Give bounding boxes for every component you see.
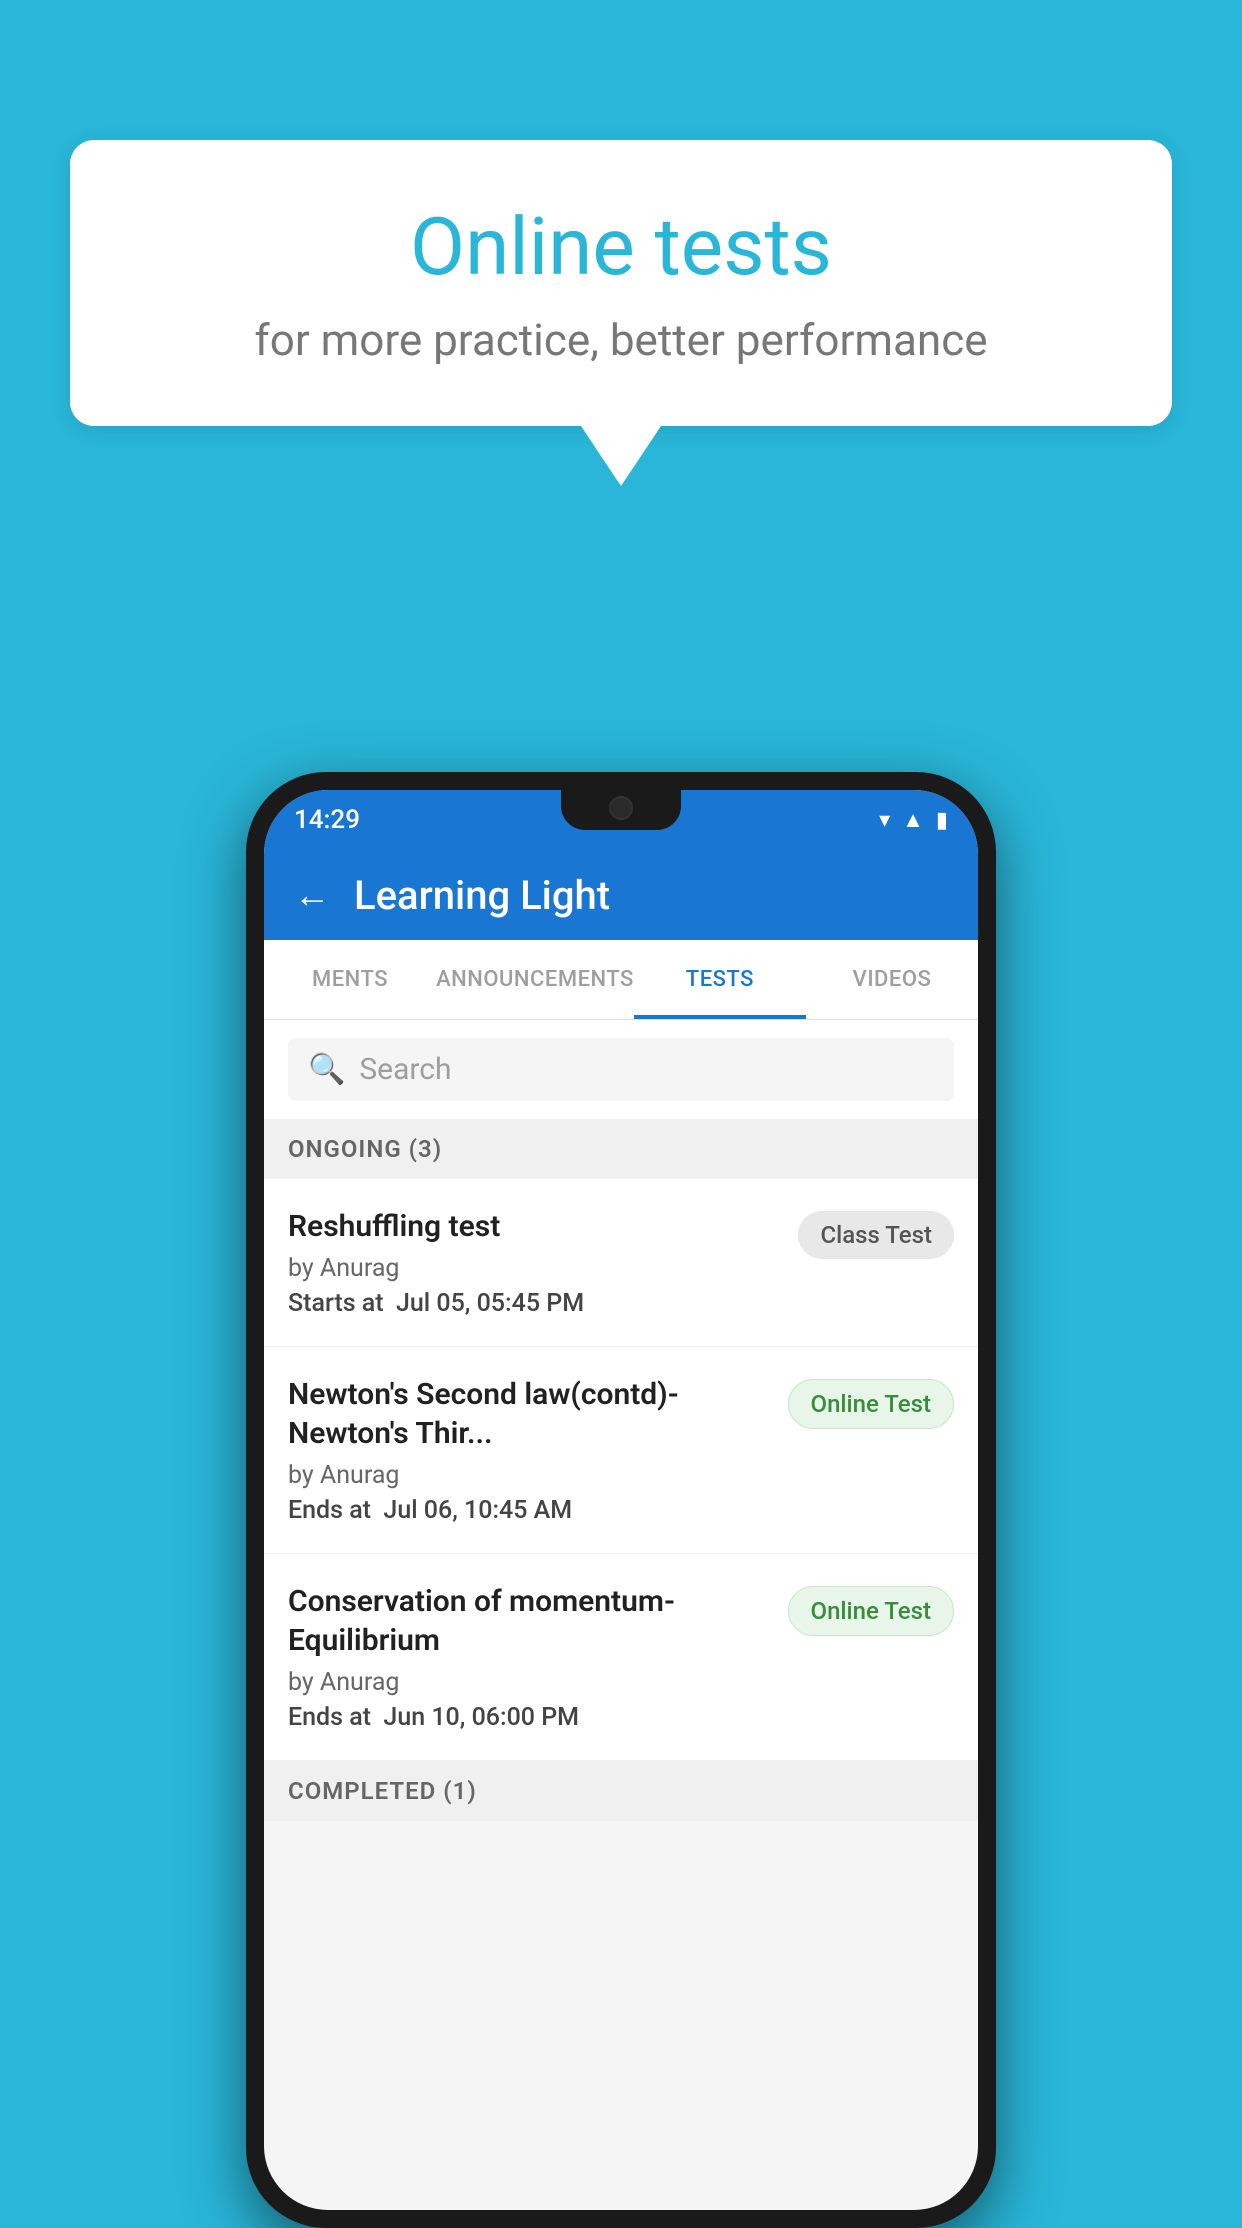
wifi-icon: ▾ [879, 808, 890, 833]
test-date-3: Ends at Jun 10, 06:00 PM [288, 1703, 768, 1732]
test-info-3: Conservation of momentum-Equilibrium by … [288, 1582, 768, 1732]
test-item-1[interactable]: Reshuffling test by Anurag Starts at Jul… [264, 1179, 978, 1347]
back-button[interactable]: ← [294, 874, 330, 916]
test-title-1: Reshuffling test [288, 1207, 778, 1246]
battery-icon: ▮ [936, 808, 948, 833]
search-input[interactable]: Search [359, 1052, 451, 1087]
test-list: Reshuffling test by Anurag Starts at Jul… [264, 1179, 978, 1761]
bubble-title: Online tests [150, 200, 1092, 294]
test-title-3: Conservation of momentum-Equilibrium [288, 1582, 768, 1660]
phone-frame: 14:29 ▾ ▲ ▮ ← Learning Light MENTS ANNOU… [246, 772, 996, 2228]
tabs-container: MENTS ANNOUNCEMENTS TESTS VIDEOS [264, 940, 978, 1020]
speech-bubble-container: Online tests for more practice, better p… [70, 140, 1172, 486]
phone-container: 14:29 ▾ ▲ ▮ ← Learning Light MENTS ANNOU… [246, 772, 996, 2228]
test-author-2: by Anurag [288, 1461, 768, 1490]
test-badge-2: Online Test [788, 1379, 954, 1429]
search-container: 🔍 Search [264, 1020, 978, 1119]
test-date-2: Ends at Jul 06, 10:45 AM [288, 1496, 768, 1525]
completed-section-header: COMPLETED (1) [264, 1761, 978, 1821]
bubble-subtitle: for more practice, better performance [150, 314, 1092, 366]
speech-bubble: Online tests for more practice, better p… [70, 140, 1172, 426]
tab-tests[interactable]: TESTS [634, 940, 806, 1019]
status-icons: ▾ ▲ ▮ [879, 807, 948, 833]
signal-icon: ▲ [902, 807, 924, 833]
test-item-2[interactable]: Newton's Second law(contd)-Newton's Thir… [264, 1347, 978, 1554]
search-input-wrapper[interactable]: 🔍 Search [288, 1038, 954, 1101]
test-badge-1: Class Test [798, 1211, 954, 1259]
test-title-2: Newton's Second law(contd)-Newton's Thir… [288, 1375, 768, 1453]
search-icon: 🔍 [308, 1052, 345, 1087]
phone-notch [561, 790, 681, 830]
test-item-3[interactable]: Conservation of momentum-Equilibrium by … [264, 1554, 978, 1761]
test-badge-3: Online Test [788, 1586, 954, 1636]
tab-videos[interactable]: VIDEOS [806, 940, 978, 1019]
phone-screen: 14:29 ▾ ▲ ▮ ← Learning Light MENTS ANNOU… [264, 790, 978, 2210]
phone-camera [609, 796, 633, 820]
status-time: 14:29 [294, 805, 360, 835]
tab-ments[interactable]: MENTS [264, 940, 436, 1019]
test-author-1: by Anurag [288, 1254, 778, 1283]
bubble-arrow [581, 426, 661, 486]
test-info-1: Reshuffling test by Anurag Starts at Jul… [288, 1207, 778, 1318]
app-bar: ← Learning Light [264, 850, 978, 940]
test-date-1: Starts at Jul 05, 05:45 PM [288, 1289, 778, 1318]
test-author-3: by Anurag [288, 1668, 768, 1697]
tab-announcements[interactable]: ANNOUNCEMENTS [436, 940, 634, 1019]
app-bar-title: Learning Light [354, 872, 610, 919]
ongoing-section-header: ONGOING (3) [264, 1119, 978, 1179]
test-info-2: Newton's Second law(contd)-Newton's Thir… [288, 1375, 768, 1525]
